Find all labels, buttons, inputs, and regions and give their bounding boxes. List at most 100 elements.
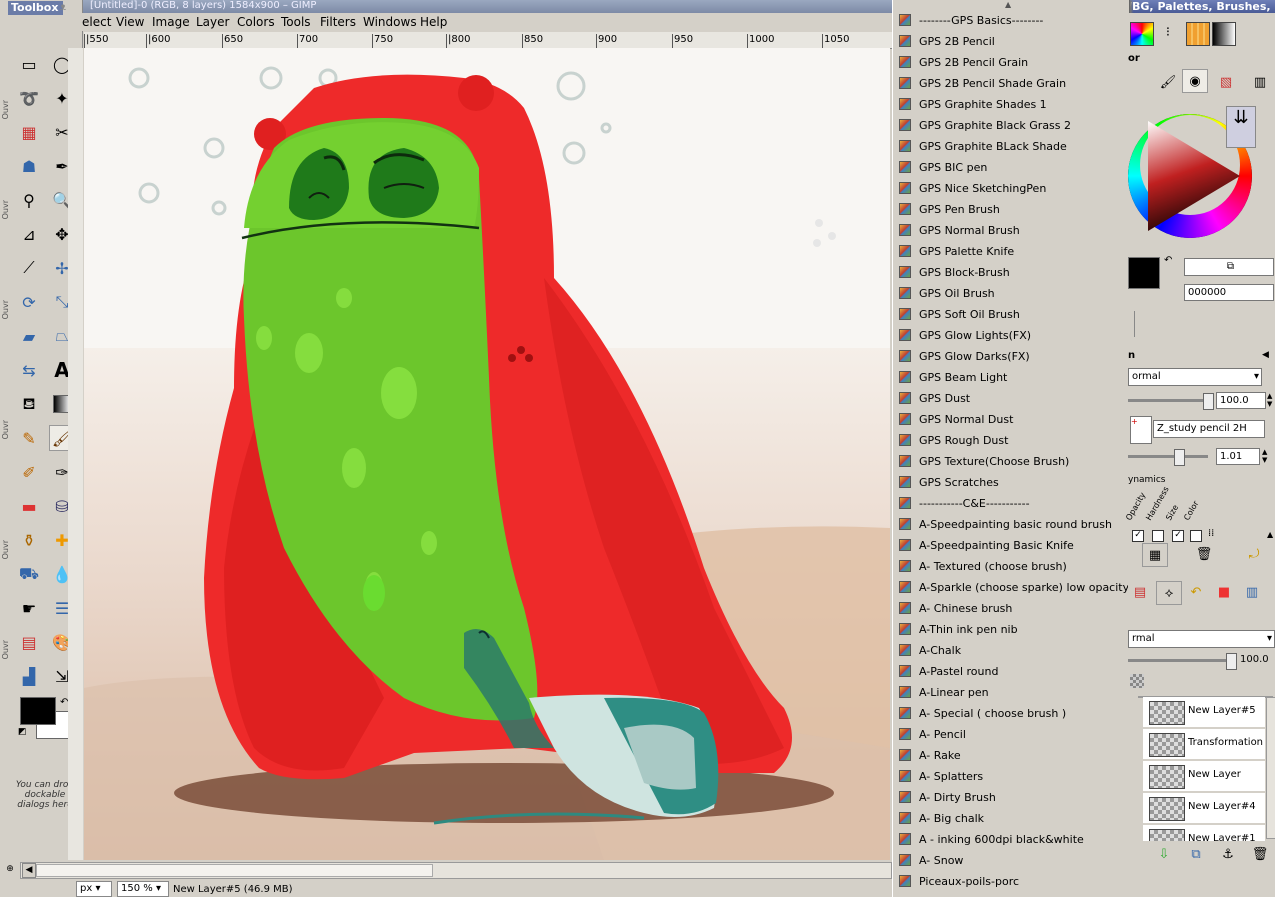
brush-menu-item[interactable]: GPS Dust bbox=[893, 388, 1129, 409]
brush-menu-item[interactable]: A-Thin ink pen nib bbox=[893, 619, 1129, 640]
brush-menu-item[interactable]: GPS Texture(Choose Brush) bbox=[893, 451, 1129, 472]
brush-menu-item[interactable]: A-Pastel round bbox=[893, 661, 1129, 682]
menu-layer[interactable]: Layer bbox=[196, 15, 229, 29]
brush-menu-item[interactable]: A- Snow bbox=[893, 850, 1129, 871]
histogram-tab-icon[interactable]: ▥ bbox=[1240, 581, 1264, 603]
cmyk-tab-icon[interactable]: ▧ bbox=[1214, 71, 1238, 93]
fg-color-preview[interactable] bbox=[1128, 257, 1160, 289]
menu-view[interactable]: View bbox=[116, 15, 144, 29]
layer-row[interactable]: New Layer bbox=[1143, 761, 1265, 791]
layer-down-icon[interactable]: ⇩ bbox=[1152, 843, 1176, 865]
color-picker-icon[interactable]: ⚲ bbox=[16, 187, 42, 213]
brush-menu-item[interactable]: -----------C&E----------- bbox=[893, 493, 1129, 514]
brush-menu-item[interactable]: GPS 2B Pencil Grain bbox=[893, 52, 1129, 73]
free-select-icon[interactable]: ➰ bbox=[16, 85, 42, 111]
brush-menu-item[interactable]: A- Pencil bbox=[893, 724, 1129, 745]
lock-alpha-icon[interactable] bbox=[1130, 674, 1144, 688]
rotate-icon[interactable]: ⟳ bbox=[16, 289, 42, 315]
menu-filters[interactable]: Filters bbox=[320, 15, 356, 29]
size-slider-handle[interactable] bbox=[1174, 449, 1185, 466]
brush-menu-item[interactable]: A- Dirty Brush bbox=[893, 787, 1129, 808]
brush-menu-item[interactable]: A- Splatters bbox=[893, 766, 1129, 787]
brush-menu-item[interactable]: A- Textured (choose brush) bbox=[893, 556, 1129, 577]
default-colors-icon[interactable]: ◩ bbox=[18, 727, 27, 737]
layer-opacity-track[interactable] bbox=[1128, 659, 1228, 662]
layer-row[interactable]: New Layer#1 bbox=[1143, 825, 1265, 841]
brush-menu-item[interactable]: A-Speedpainting basic round brush bbox=[893, 514, 1129, 535]
heal-icon[interactable]: ⚱ bbox=[16, 527, 42, 553]
menu-colors[interactable]: Colors bbox=[237, 15, 275, 29]
brush-menu-item[interactable]: GPS Rough Dust bbox=[893, 430, 1129, 451]
panel-menu-icon[interactable]: ◀ bbox=[1262, 350, 1269, 360]
brush-menu-item[interactable]: A- Rake bbox=[893, 745, 1129, 766]
color-picker-button[interactable]: ⧉ bbox=[1184, 258, 1274, 276]
opacity-slider-handle[interactable] bbox=[1203, 393, 1214, 410]
brush-menu-item[interactable]: GPS Graphite Shades 1 bbox=[893, 94, 1129, 115]
brush-menu-item[interactable]: GPS Oil Brush bbox=[893, 283, 1129, 304]
brush-swatch-icon[interactable]: ⁝ bbox=[1156, 21, 1180, 43]
brush-menu-item[interactable]: GPS Scratches bbox=[893, 472, 1129, 493]
size-spin-icon[interactable]: ▲ ▼ bbox=[1262, 448, 1267, 464]
airbrush-icon[interactable]: ✐ bbox=[16, 459, 42, 485]
shear-icon[interactable]: ▰ bbox=[16, 323, 42, 349]
rect-select-icon[interactable]: ▭ bbox=[16, 51, 42, 77]
brush-name-field[interactable]: Z_study pencil 2H bbox=[1153, 420, 1265, 438]
brush-menu-item[interactable]: A - inking 600dpi black&white bbox=[893, 829, 1129, 850]
brush-preview[interactable]: + bbox=[1130, 416, 1152, 444]
navigate-icon[interactable]: ⊕ bbox=[3, 862, 17, 877]
gradient-swatch-icon[interactable] bbox=[1212, 22, 1236, 46]
color-history-icon[interactable]: ↶ bbox=[1164, 255, 1172, 266]
dyn-hardness-checkbox[interactable] bbox=[1152, 530, 1164, 542]
menu-select[interactable]: elect bbox=[82, 15, 111, 29]
tool-preset-icon[interactable]: ▦ bbox=[1142, 543, 1168, 567]
brush-menu-item[interactable]: GPS Graphite BLack Shade bbox=[893, 136, 1129, 157]
drag-handle-icon[interactable]: ⇊ bbox=[1226, 106, 1256, 148]
menu-scroll-up-icon[interactable]: ▲ bbox=[1005, 0, 1011, 9]
opacity-input[interactable]: 100.0 bbox=[1216, 392, 1266, 409]
opacity-slider-track[interactable] bbox=[1128, 399, 1208, 402]
brush-menu-item[interactable]: Piceaux-poils-porc bbox=[893, 871, 1129, 892]
brush-menu-item[interactable]: GPS Beam Light bbox=[893, 367, 1129, 388]
size-slider-track[interactable] bbox=[1128, 455, 1208, 458]
restore-preset-icon[interactable]: ⤾ bbox=[1242, 543, 1266, 565]
eraser-icon[interactable]: ▬ bbox=[16, 493, 42, 519]
perspective-clone-icon[interactable]: ⛟ bbox=[16, 561, 42, 587]
layers-scrollbar[interactable] bbox=[1266, 697, 1275, 839]
foreground-select-icon[interactable]: ☗ bbox=[16, 153, 42, 179]
flip-icon[interactable]: ⇆ bbox=[16, 357, 42, 383]
hex-input[interactable]: 000000 bbox=[1184, 284, 1274, 301]
brush-menu-item[interactable]: A- Special ( choose brush ) bbox=[893, 703, 1129, 724]
channels-tab-icon[interactable]: ■ bbox=[1212, 581, 1236, 603]
delete-layer-icon[interactable]: 🗑 bbox=[1248, 843, 1272, 865]
menu-windows[interactable]: Windows bbox=[363, 15, 417, 29]
scroll-left-arrow-icon[interactable]: ◀ bbox=[22, 863, 36, 878]
brush-menu-item[interactable]: A-Chalk bbox=[893, 640, 1129, 661]
pattern-swatch-icon[interactable] bbox=[1186, 22, 1210, 46]
palette-tab-icon[interactable]: ▥ bbox=[1248, 71, 1272, 93]
color-wheel-tab-icon[interactable]: ◉ bbox=[1182, 69, 1208, 93]
anchor-layer-icon[interactable]: ⚓ bbox=[1216, 843, 1240, 865]
curves-icon[interactable]: ▟ bbox=[16, 663, 42, 689]
zoom-select[interactable]: 150 % ▾ bbox=[117, 881, 169, 897]
brush-menu-item[interactable]: A- Big chalk bbox=[893, 808, 1129, 829]
layer-row[interactable]: New Layer#4 bbox=[1143, 793, 1265, 823]
brush-menu-item[interactable]: GPS BIC pen bbox=[893, 157, 1129, 178]
opacity-spin-icon[interactable]: ▲ ▼ bbox=[1267, 392, 1272, 408]
brush-menu-item[interactable]: GPS Block-Brush bbox=[893, 262, 1129, 283]
paths-tab-icon[interactable]: ⟡ bbox=[1156, 581, 1182, 605]
paint-mode-select[interactable]: ormal ▾ bbox=[1128, 368, 1262, 386]
unit-select[interactable]: px ▾ bbox=[76, 881, 112, 897]
layer-mode-select[interactable]: rmal ▾ bbox=[1128, 630, 1275, 648]
brush-menu-item[interactable]: --------GPS Basics-------- bbox=[893, 10, 1129, 31]
crop-icon[interactable]: ⟋ bbox=[16, 255, 42, 281]
scroll-up-icon[interactable]: ▲ bbox=[1267, 530, 1273, 539]
menu-help[interactable]: Help bbox=[420, 15, 447, 29]
palette-swatch-icon[interactable] bbox=[1130, 22, 1154, 46]
layers-stack-icon[interactable]: ▤ bbox=[1128, 581, 1152, 603]
brush-menu-item[interactable]: A-Linear pen bbox=[893, 682, 1129, 703]
smudge-icon[interactable]: ☛ bbox=[16, 595, 42, 621]
bucket-fill-icon[interactable]: ⛾ bbox=[16, 391, 42, 417]
brush-menu-item[interactable]: GPS Graphite Black Grass 2 bbox=[893, 115, 1129, 136]
brush-tab-icon[interactable]: 🖌 bbox=[1156, 71, 1180, 93]
brush-menu-item[interactable]: GPS Palette Knife bbox=[893, 241, 1129, 262]
